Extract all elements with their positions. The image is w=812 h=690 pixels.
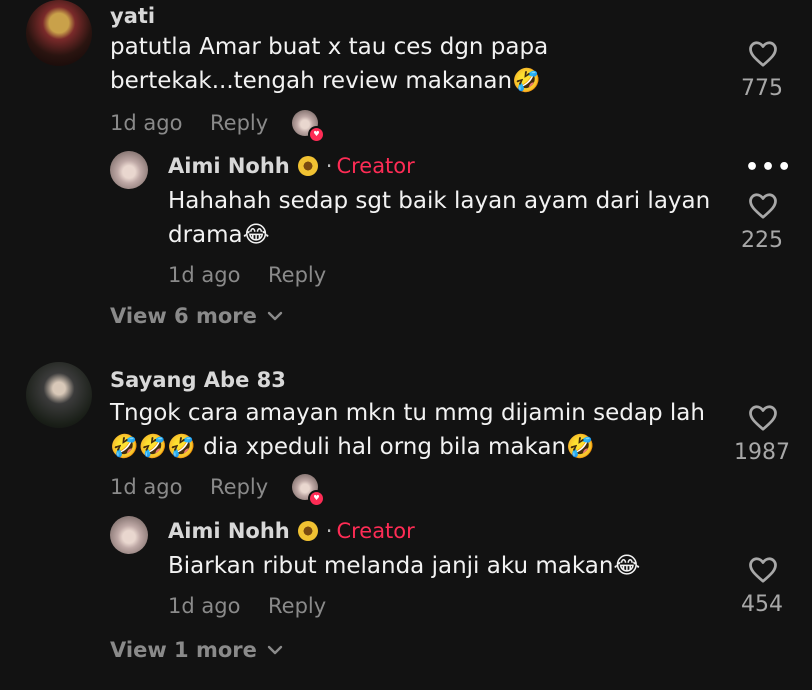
avatar-aimi-nohh[interactable] [110,516,148,554]
reply-header: Aimi Nohh · Creator [168,519,415,543]
comment-username[interactable]: Sayang Abe 83 [110,368,286,392]
reply-text-line1: Biarkan ribut melanda janji aku makan😂 [168,553,641,579]
like-count: 1987 [734,440,790,465]
heart-outline-icon[interactable] [748,40,778,68]
avatar-sayang-abe-83[interactable] [26,362,92,428]
view-more-label: View 1 more [110,638,257,662]
creator-badge: Creator [336,154,415,178]
reply-button[interactable]: Reply [268,263,326,287]
comment-text-line2: bertekak...tengah review makanan🤣 [110,68,541,94]
view-more-label: View 6 more [110,304,257,328]
reply-text-line2: drama😂 [168,222,270,248]
comment-time: 1d ago [110,111,183,135]
comment-text-line2: 🤣🤣🤣 dia xpeduli hal orng bila makan🤣 [110,434,595,460]
reply-header: Aimi Nohh · Creator [168,154,415,178]
reply-time: 1d ago [168,594,241,618]
sunflower-icon [297,521,318,541]
reply-username[interactable]: Aimi Nohh [168,519,290,543]
reply-button[interactable]: Reply [268,594,326,618]
view-more-replies-button[interactable]: View 6 more [110,304,283,328]
sunflower-icon [297,156,318,176]
heart-outline-icon[interactable] [748,192,778,220]
reply-text-line1: Hahahah sedap sgt baik layan ayam dari l… [168,188,711,214]
comment-time: 1d ago [110,475,183,499]
reply-time: 1d ago [168,263,241,287]
like-count: 454 [741,592,783,617]
heart-badge-icon: ♥ [308,126,325,143]
reply-username[interactable]: Aimi Nohh [168,154,290,178]
avatar-aimi-nohh[interactable] [110,151,148,189]
like-count: 225 [741,228,783,253]
avatar-yati[interactable] [26,0,92,66]
heart-badge-icon: ♥ [308,490,325,507]
like-count: 775 [741,76,783,101]
chevron-down-icon [267,311,283,321]
reply-button[interactable]: Reply [210,475,268,499]
creator-badge: Creator [336,519,415,543]
separator: · [325,519,333,543]
comment-username[interactable]: yati [110,4,155,28]
view-more-replies-button[interactable]: View 1 more [110,638,283,662]
separator: · [325,154,333,178]
heart-outline-icon[interactable] [748,404,778,432]
heart-outline-icon[interactable] [748,556,778,584]
reply-button[interactable]: Reply [210,111,268,135]
ellipsis-icon[interactable]: ••• [745,155,793,180]
comment-text-line1: patutla Amar buat x tau ces dgn papa [110,34,549,60]
chevron-down-icon [267,645,283,655]
comment-text-line1: Tngok cara amayan mkn tu mmg dijamin sed… [110,400,705,426]
